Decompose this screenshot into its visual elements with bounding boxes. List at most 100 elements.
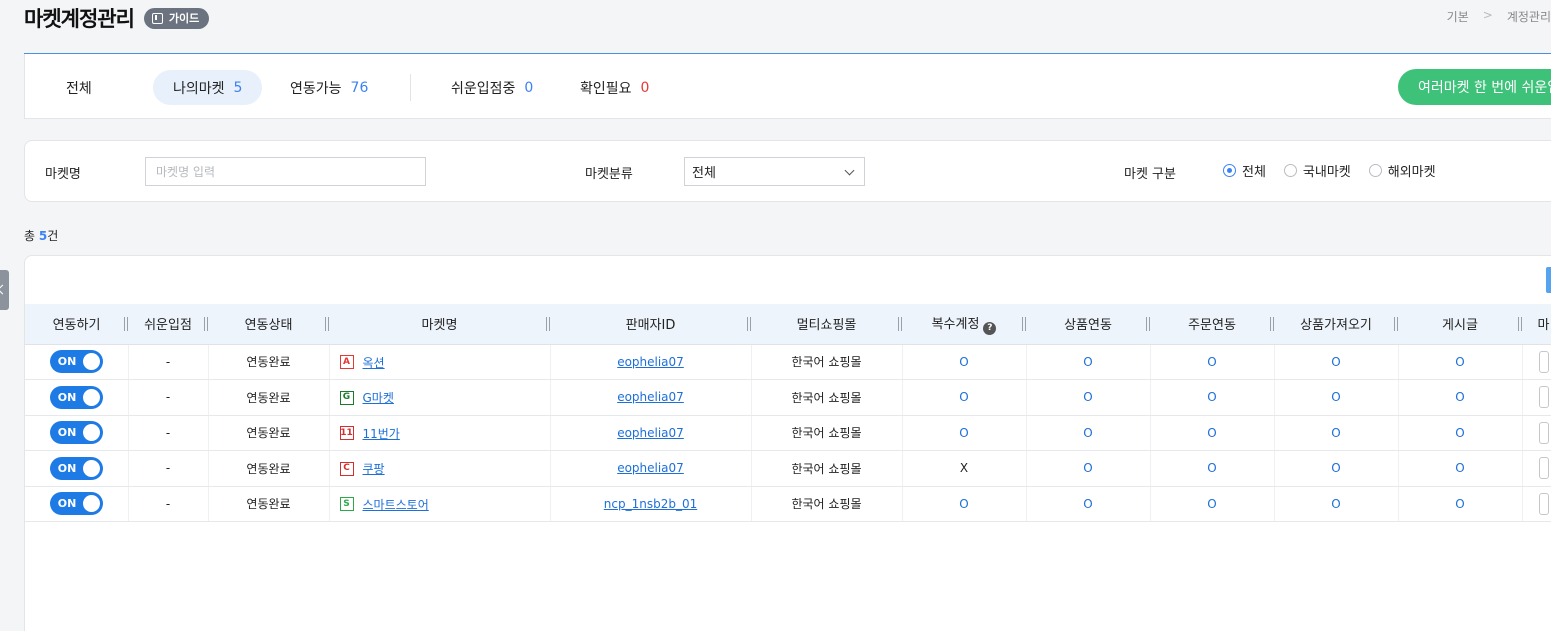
col-header-multi-account[interactable]: 복수계정? <box>902 304 1026 345</box>
radio-all[interactable]: 전체 <box>1223 161 1266 180</box>
easy-entry-button[interactable]: 여러마켓 한 번에 쉬운입점 <box>1398 69 1551 105</box>
tab-easy-entry[interactable]: 쉬운입점중 0 <box>451 70 533 105</box>
col-header-link[interactable]: 연동하기 <box>25 304 128 345</box>
tab-all[interactable]: 전체 <box>66 70 92 105</box>
link-toggle[interactable]: ON <box>49 350 103 374</box>
radio-domestic[interactable]: 국내마켓 <box>1283 161 1351 180</box>
seller-id-link[interactable]: eophelia07 <box>617 461 684 475</box>
tab-label: 나의마켓 <box>173 80 225 97</box>
toggle-label: ON <box>57 497 77 511</box>
guide-label: 가이드 <box>168 12 200 25</box>
cell-market: S 스마트스토어 <box>329 486 551 522</box>
cell-order-link: O <box>1150 344 1275 380</box>
col-header-order-link[interactable]: 주문연동 <box>1150 304 1274 345</box>
radio-overseas[interactable]: 해외마켓 <box>1368 161 1436 180</box>
col-header-label: 게시글 <box>1442 318 1478 334</box>
breadcrumb-item-home[interactable]: 기본 <box>1447 8 1469 25</box>
link-toggle[interactable]: ON <box>49 492 103 516</box>
toggle-knob <box>82 495 100 513</box>
toggle-knob <box>82 388 100 406</box>
toggle-label: ON <box>57 355 77 369</box>
cell-seller-id: ncp_1nsb2b_01 <box>550 486 752 522</box>
link-toggle[interactable]: ON <box>49 421 103 445</box>
category-select[interactable]: 전체 <box>684 157 865 186</box>
col-header-label: 마켓명 <box>421 318 458 334</box>
link-toggle[interactable]: ON <box>49 385 103 409</box>
seller-id-link[interactable]: ncp_1nsb2b_01 <box>604 497 697 511</box>
market-name-link[interactable]: 쿠팡 <box>363 460 385 477</box>
seller-id-link[interactable]: eophelia07 <box>617 426 684 440</box>
col-header-seller-id[interactable]: 판매자ID <box>550 304 751 345</box>
cell-easy-entry: - <box>128 415 209 451</box>
cell-status: 연동완료 <box>208 415 330 451</box>
tab-needs-check[interactable]: 확인필요 0 <box>580 70 649 105</box>
toggle-knob <box>82 424 100 442</box>
cell-import: O <box>1274 486 1399 522</box>
market-logo-icon: C <box>339 461 354 476</box>
row-action-button[interactable] <box>1538 350 1549 373</box>
market-logo-icon: G <box>339 390 354 405</box>
market-name-link[interactable]: 11번가 <box>363 425 400 442</box>
market-name-link[interactable]: 스마트스토어 <box>363 496 429 513</box>
col-header-easy-entry[interactable]: 쉬운입점 <box>128 304 208 345</box>
cell-status: 연동완료 <box>208 379 330 416</box>
radio-icon <box>1368 164 1382 177</box>
col-header-label: 마 <box>1537 318 1550 334</box>
cell-easy-entry: - <box>128 450 209 487</box>
col-header-product-link[interactable]: 상품연동 <box>1026 304 1150 345</box>
cell-multi-mall: 한국어 쇼핑몰 <box>751 379 903 416</box>
cell-status: 연동완료 <box>208 486 330 522</box>
row-action-button[interactable] <box>1538 457 1549 480</box>
link-toggle[interactable]: ON <box>49 456 103 480</box>
market-name-input[interactable] <box>145 157 426 186</box>
table-action-button[interactable] <box>1546 267 1551 293</box>
cell-product-link: O <box>1026 486 1151 522</box>
page-title: 마켓계정관리 <box>24 7 135 31</box>
tab-my-markets[interactable]: 나의마켓 5 <box>153 70 263 105</box>
toggle-label: ON <box>57 390 77 404</box>
cell-import: O <box>1274 450 1399 487</box>
col-header-label: 멀티쇼핑몰 <box>796 318 857 334</box>
row-action-button[interactable] <box>1538 386 1549 409</box>
col-header-label: 연동상태 <box>244 318 293 334</box>
table-body: ON - 연동완료 A 옥션 eophelia07 한국어 쇼핑몰 O O O O O ON - 연동완료 G… <box>25 344 1551 522</box>
radio-selected-icon <box>1223 164 1236 177</box>
tab-divider <box>410 74 411 101</box>
cell-toggle: ON <box>25 450 129 487</box>
guide-button[interactable]: 가이드 <box>143 7 210 29</box>
market-name-link[interactable]: 옥션 <box>363 354 385 371</box>
tab-label: 전체 <box>66 80 92 97</box>
tab-linkable[interactable]: 연동가능 76 <box>290 70 368 105</box>
breadcrumb: 기본 > 계정관리 <box>1447 8 1551 25</box>
category-label: 마켓분류 <box>585 167 633 182</box>
seller-id-link[interactable]: eophelia07 <box>617 355 684 369</box>
col-header-more[interactable]: 마 <box>1522 304 1551 345</box>
help-icon[interactable]: ? <box>983 321 997 335</box>
row-action-button[interactable] <box>1538 492 1549 515</box>
col-header-posts[interactable]: 게시글 <box>1398 304 1522 345</box>
cell-posts: O <box>1398 344 1523 380</box>
cell-import: O <box>1274 344 1399 380</box>
table-header-row: 연동하기 쉬운입점 연동상태 마켓명 판매자ID 멀티쇼핑몰 복수계정? 상품연… <box>25 304 1551 345</box>
radio-label: 전체 <box>1242 165 1266 180</box>
cell-toggle: ON <box>25 344 129 380</box>
breadcrumb-item-current[interactable]: 계정관리 <box>1507 8 1551 25</box>
total-prefix: 총 <box>24 229 39 243</box>
tab-label: 연동가능 <box>290 80 342 97</box>
cell-more <box>1522 344 1551 380</box>
cell-status: 연동완료 <box>208 344 330 380</box>
col-header-label: 주문연동 <box>1188 318 1236 334</box>
row-action-button[interactable] <box>1538 421 1549 444</box>
col-header-market[interactable]: 마켓명 <box>329 304 550 345</box>
col-header-label: 복수계정 <box>931 317 980 332</box>
chevron-right-icon: > <box>1482 8 1493 22</box>
col-header-import[interactable]: 상품가져오기 <box>1274 304 1398 345</box>
market-name-link[interactable]: G마켓 <box>363 389 394 406</box>
seller-id-link[interactable]: eophelia07 <box>617 390 684 404</box>
toggle-label: ON <box>57 461 77 475</box>
cell-product-link: O <box>1026 379 1151 416</box>
sidebar-collapse-button[interactable] <box>0 270 9 310</box>
col-header-status[interactable]: 연동상태 <box>208 304 329 345</box>
col-header-multi-mall[interactable]: 멀티쇼핑몰 <box>751 304 902 345</box>
cell-multi-mall: 한국어 쇼핑몰 <box>751 415 903 451</box>
